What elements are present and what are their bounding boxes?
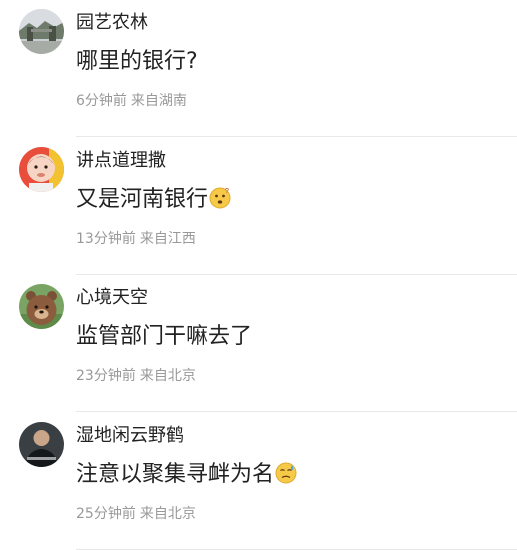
avatar-bear-image bbox=[19, 284, 64, 329]
comment-location: 来自北京 bbox=[139, 368, 196, 384]
comment-list: 园艺农林 哪里的银行? 6分钟前 来自湖南 讲点道理撒 又是河南银行 ? 13分… bbox=[0, 0, 517, 550]
username[interactable]: 讲点道理撒 bbox=[76, 149, 166, 173]
comment-item: 讲点道理撒 又是河南银行 ? 13分钟前 来自江西 bbox=[0, 138, 517, 275]
comment-time: 23分钟前 bbox=[76, 368, 136, 384]
avatar[interactable] bbox=[19, 422, 64, 467]
comment-time: 13分钟前 bbox=[76, 231, 136, 247]
comment-item: 湿地闲云野鹤 注意以聚集寻衅为名 25分钟前 来自北京 bbox=[0, 413, 517, 550]
comment-item: 园艺农林 哪里的银行? 6分钟前 来自湖南 bbox=[0, 0, 517, 137]
comment-meta: 23分钟前 来自北京 bbox=[76, 366, 196, 386]
comment-text: 哪里的银行? bbox=[76, 49, 198, 74]
divider bbox=[76, 136, 517, 137]
avatar[interactable] bbox=[19, 284, 64, 329]
comment-text: 注意以聚集寻衅为名 bbox=[76, 460, 297, 493]
anxious-sweat-face-emoji-icon bbox=[275, 462, 297, 493]
comment-meta: 6分钟前 来自湖南 bbox=[76, 91, 187, 111]
avatar[interactable] bbox=[19, 9, 64, 54]
avatar-landscape-image bbox=[19, 9, 64, 54]
comment-location: 来自湖南 bbox=[130, 93, 187, 109]
avatar-portrait-image bbox=[19, 422, 64, 467]
username[interactable]: 湿地闲云野鹤 bbox=[76, 424, 184, 448]
username[interactable]: 心境天空 bbox=[76, 286, 148, 310]
comment-location: 来自江西 bbox=[139, 231, 196, 247]
comment-item: 心境天空 监管部门干嘛去了 23分钟前 来自北京 bbox=[0, 275, 517, 412]
avatar[interactable] bbox=[19, 147, 64, 192]
username[interactable]: 园艺农林 bbox=[76, 11, 148, 35]
comment-text: 又是河南银行 ? bbox=[76, 185, 231, 218]
comment-meta: 25分钟前 来自北京 bbox=[76, 504, 196, 524]
comment-meta: 13分钟前 来自江西 bbox=[76, 229, 196, 249]
comment-time: 25分钟前 bbox=[76, 506, 136, 522]
divider bbox=[76, 411, 517, 412]
comment-location: 来自北京 bbox=[139, 506, 196, 522]
comment-text: 监管部门干嘛去了 bbox=[76, 324, 253, 349]
avatar-baby-image bbox=[19, 147, 64, 192]
thinking-face-emoji-icon: ? bbox=[209, 187, 231, 218]
svg-text:?: ? bbox=[225, 188, 229, 195]
comment-time: 6分钟前 bbox=[76, 93, 127, 109]
